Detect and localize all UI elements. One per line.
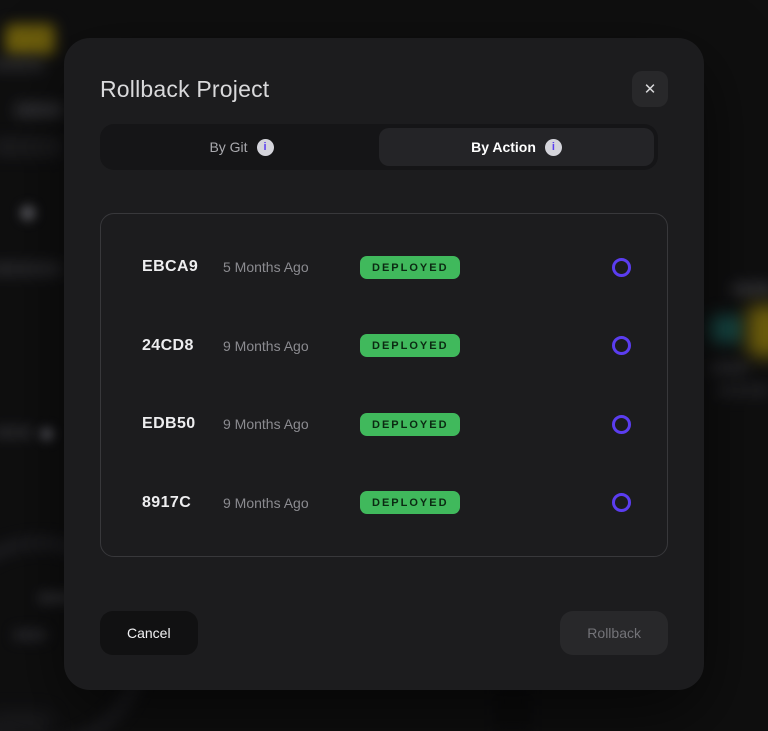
status-badge: DEPLOYED bbox=[360, 412, 460, 436]
tab-by-git[interactable]: By Git i bbox=[104, 128, 379, 166]
tab-by-action[interactable]: By Action i bbox=[379, 128, 654, 166]
tab-by-git-label: By Git bbox=[209, 139, 248, 155]
close-button[interactable]: ✕ bbox=[632, 71, 668, 107]
radio-button[interactable] bbox=[612, 257, 631, 277]
status-badge: DEPLOYED bbox=[360, 334, 460, 358]
radio-button[interactable] bbox=[612, 336, 631, 356]
app-screen: Rollback Project ✕ By Git i By Action i … bbox=[0, 0, 768, 731]
rollback-button[interactable]: Rollback bbox=[560, 611, 668, 655]
deployment-time: 9 Months Ago bbox=[223, 416, 309, 433]
modal-title: Rollback Project bbox=[100, 75, 270, 102]
deployment-row[interactable]: EDB50 9 Months Ago DEPLOYED bbox=[101, 385, 667, 464]
modal-footer: Cancel Rollback bbox=[100, 611, 668, 655]
deployment-row[interactable]: EBCA9 5 Months Ago DEPLOYED bbox=[101, 228, 667, 307]
close-icon: ✕ bbox=[643, 80, 657, 98]
status-badge: DEPLOYED bbox=[360, 491, 460, 515]
info-icon[interactable]: i bbox=[544, 138, 562, 156]
status-badge: DEPLOYED bbox=[360, 255, 460, 279]
deployment-id: EDB50 bbox=[142, 415, 196, 433]
radio-button[interactable] bbox=[612, 414, 631, 434]
deployment-id: 24CD8 bbox=[142, 336, 194, 354]
rollback-mode-tabs: By Git i By Action i bbox=[100, 124, 658, 170]
tab-by-action-label: By Action bbox=[471, 139, 536, 155]
deployment-id: 8917C bbox=[142, 493, 192, 511]
deployment-id: EBCA9 bbox=[142, 258, 199, 276]
deployment-time: 9 Months Ago bbox=[223, 494, 309, 511]
deployment-row[interactable]: 8917C 9 Months Ago DEPLOYED bbox=[101, 464, 667, 543]
info-icon[interactable]: i bbox=[256, 138, 274, 156]
modal-header: Rollback Project ✕ bbox=[100, 71, 668, 107]
cancel-button[interactable]: Cancel bbox=[100, 611, 198, 655]
deployment-list: EBCA9 5 Months Ago DEPLOYED 24CD8 9 Mont… bbox=[100, 213, 668, 557]
deployment-time: 5 Months Ago bbox=[223, 259, 309, 276]
deployment-time: 9 Months Ago bbox=[223, 337, 309, 354]
deployment-row[interactable]: 24CD8 9 Months Ago DEPLOYED bbox=[101, 307, 667, 386]
rollback-project-modal: Rollback Project ✕ By Git i By Action i … bbox=[64, 38, 704, 690]
radio-button[interactable] bbox=[612, 493, 631, 513]
